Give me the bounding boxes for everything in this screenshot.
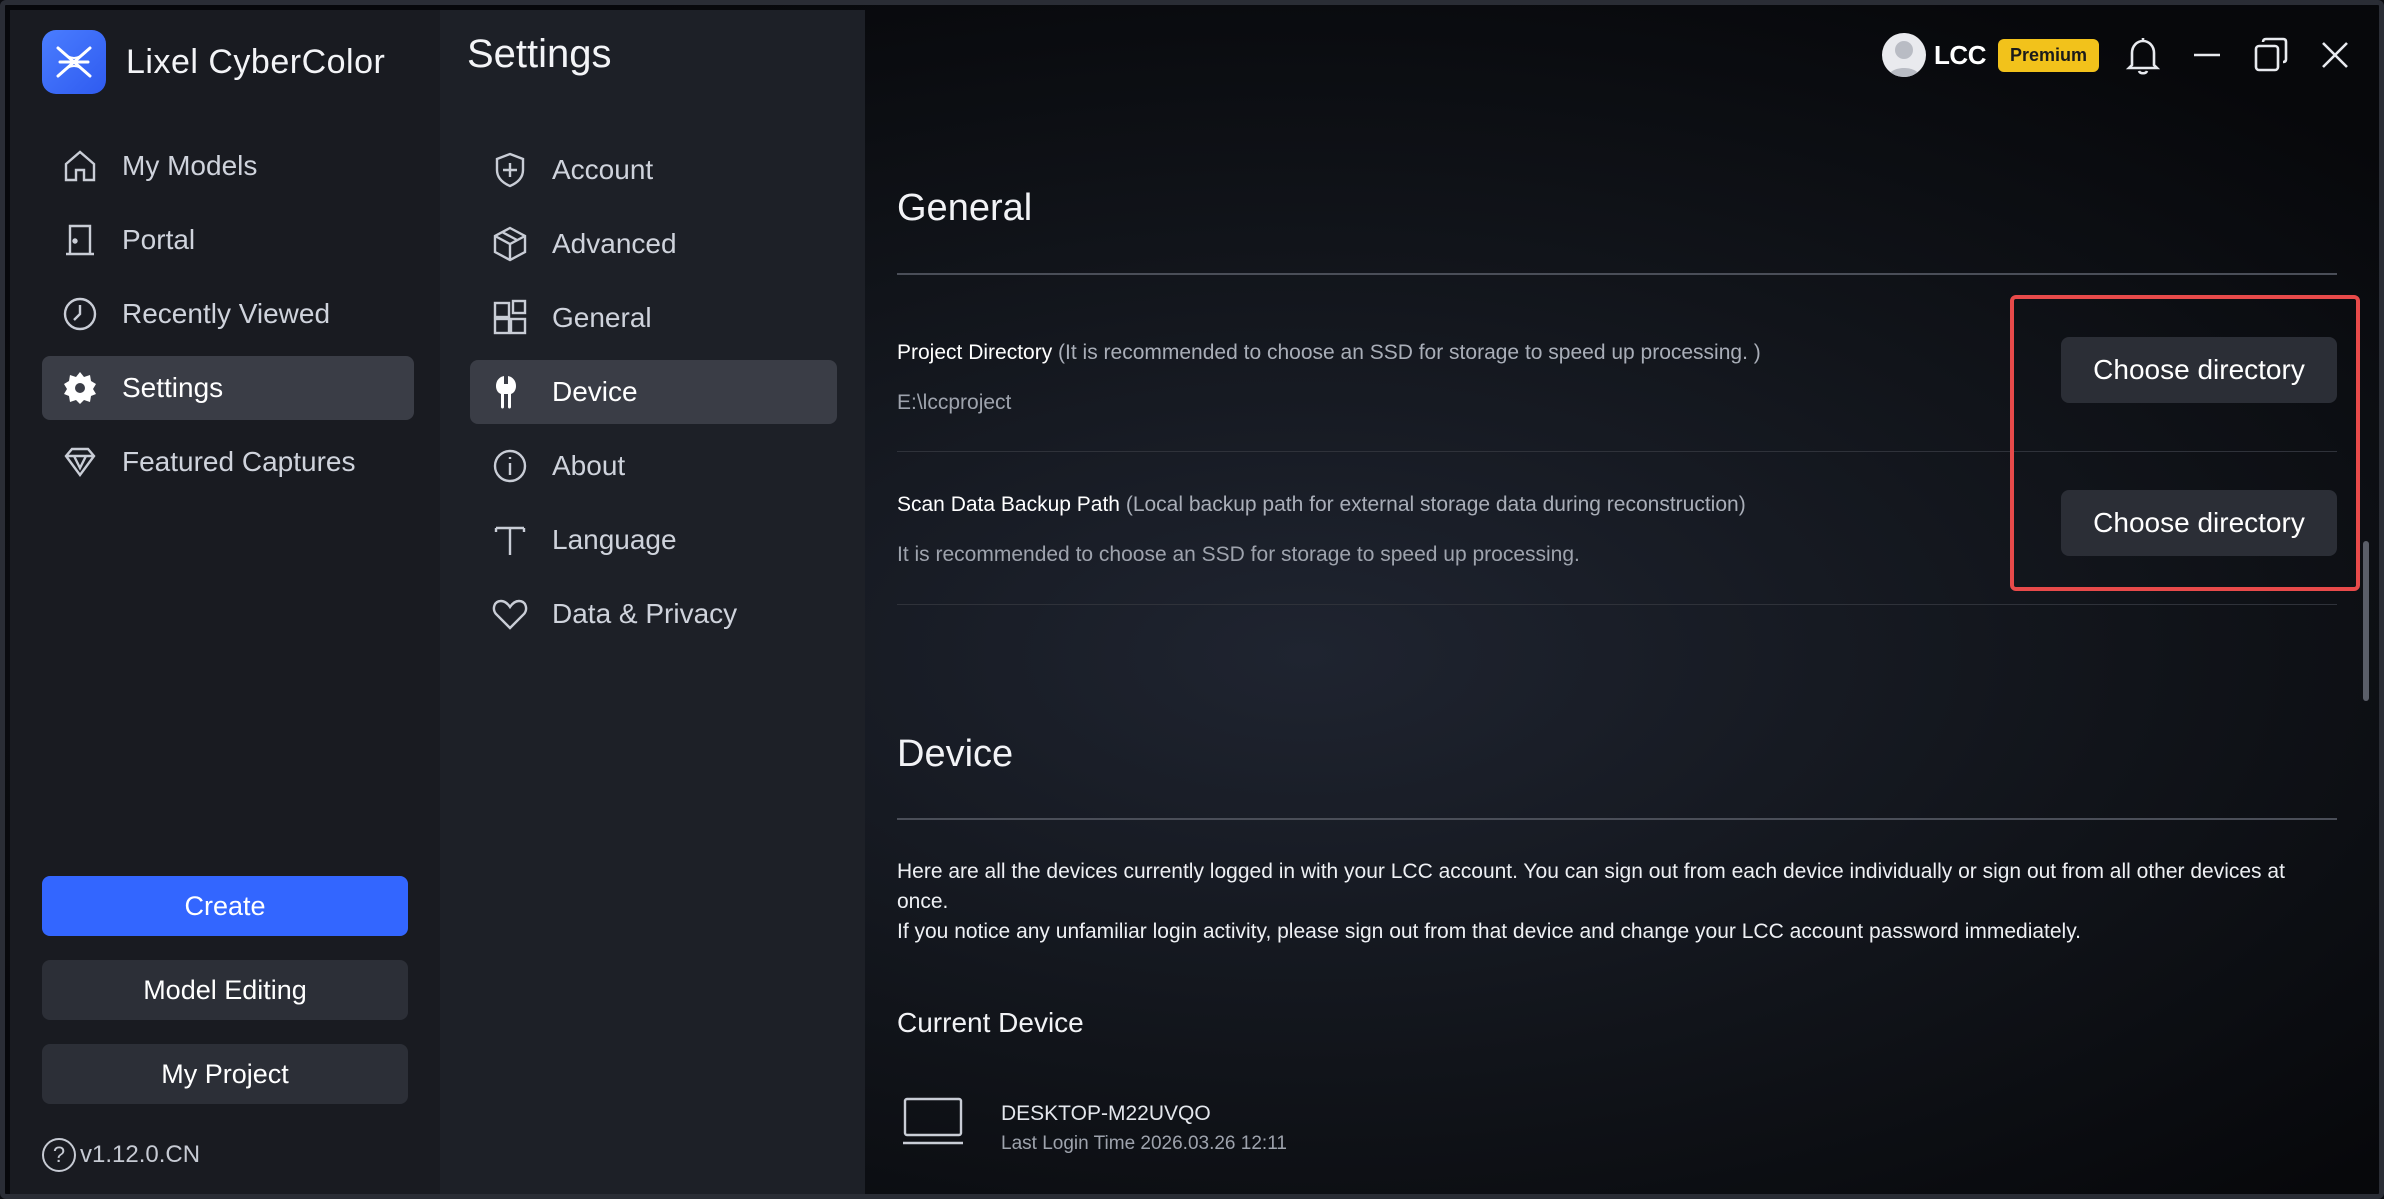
version-label: v1.12.0.CN [80,1141,201,1168]
section-divider [897,273,2337,275]
nav-item-label: Settings [122,372,224,403]
app-window: Lixel CyberColor My Models Portal Recent… [0,0,2384,1199]
highlight-box [2010,295,2360,591]
diamond-icon [58,440,102,484]
project-directory-name: Project Directory [897,341,1053,364]
settings-item-label: Account [552,154,654,185]
settings-item-label: Language [552,524,677,555]
settings-item-language[interactable]: Language [470,508,837,572]
nav-item-label: Portal [122,224,196,255]
project-directory-hint: (It is recommended to choose an SSD for … [1058,341,1761,364]
cube-icon [488,222,532,266]
settings-item-advanced[interactable]: Advanced [470,212,837,276]
nav-item-featured-captures[interactable]: Featured Captures [42,430,414,494]
scan-backup-value: It is recommended to choose an SSD for s… [897,543,1580,566]
scan-backup-label: Scan Data Backup Path (Local backup path… [897,493,1746,517]
info-icon [488,444,532,488]
nav-item-label: My Models [122,150,258,181]
my-project-button[interactable]: My Project [42,1044,408,1104]
home-icon [58,144,102,188]
general-section-title: General [897,187,1033,229]
monitor-icon [901,1095,965,1156]
heart-icon [488,592,532,636]
settings-item-label: Device [552,376,638,407]
nav-item-settings[interactable]: Settings [42,356,414,420]
create-button[interactable]: Create [42,876,408,936]
settings-item-label: Data & Privacy [552,598,738,629]
nav-item-label: Recently Viewed [122,298,331,329]
current-device-name: DESKTOP-M22UVQO [1001,1102,1211,1125]
settings-item-data-privacy[interactable]: Data & Privacy [470,582,837,646]
version-info: ? v1.12.0.CN [42,1138,200,1172]
settings-item-label: General [552,302,652,333]
settings-item-account[interactable]: Account [470,138,837,202]
project-directory-value: E:\lccproject [897,391,1012,414]
row-divider [897,604,2337,605]
current-device-title: Current Device [897,1007,1084,1038]
clock-icon [58,292,102,336]
app-logo: Lixel CyberColor [42,30,385,94]
nav-item-my-models[interactable]: My Models [42,134,414,198]
settings-nav: Account Advanced General Device About La… [470,138,837,656]
nav-item-portal[interactable]: Portal [42,208,414,272]
main-sidebar: Lixel CyberColor My Models Portal Recent… [10,10,440,1194]
main-nav: My Models Portal Recently Viewed Setting… [42,134,414,504]
device-description-line: Here are all the devices currently logge… [897,860,2285,913]
lixel-logo-icon [42,30,106,94]
settings-item-device[interactable]: Device [470,360,837,424]
section-divider [897,818,2337,820]
device-section-title: Device [897,733,1014,775]
project-directory-label: Project Directory (It is recommended to … [897,341,1761,365]
scan-backup-hint: (Local backup path for external storage … [1125,493,1746,516]
app-name: Lixel CyberColor [126,42,386,81]
settings-item-label: Advanced [552,228,677,259]
settings-menu: Settings Account Advanced General Device… [440,10,865,1194]
gear-icon [58,366,102,410]
device-description: Here are all the devices currently logge… [897,857,2317,947]
nav-item-label: Featured Captures [122,446,356,477]
current-device-login-time: Last Login Time 2026.03.26 12:11 [1001,1133,1287,1154]
wrench-icon [488,370,532,414]
device-description-line: If you notice any unfamiliar login activ… [897,920,2081,943]
settings-item-general[interactable]: General [470,286,837,350]
scan-backup-name: Scan Data Backup Path [897,493,1120,516]
grid-icon [488,296,532,340]
settings-item-label: About [552,450,626,481]
text-icon [488,518,532,562]
content-scrollbar[interactable] [2363,541,2369,701]
nav-item-recently-viewed[interactable]: Recently Viewed [42,282,414,346]
door-icon [58,218,102,262]
model-editing-button[interactable]: Model Editing [42,960,408,1020]
shield-icon [488,148,532,192]
settings-content: General Project Directory (It is recomme… [897,5,2337,1194]
settings-item-about[interactable]: About [470,434,837,498]
help-icon[interactable]: ? [42,1138,76,1172]
page-title: Settings [467,32,612,76]
